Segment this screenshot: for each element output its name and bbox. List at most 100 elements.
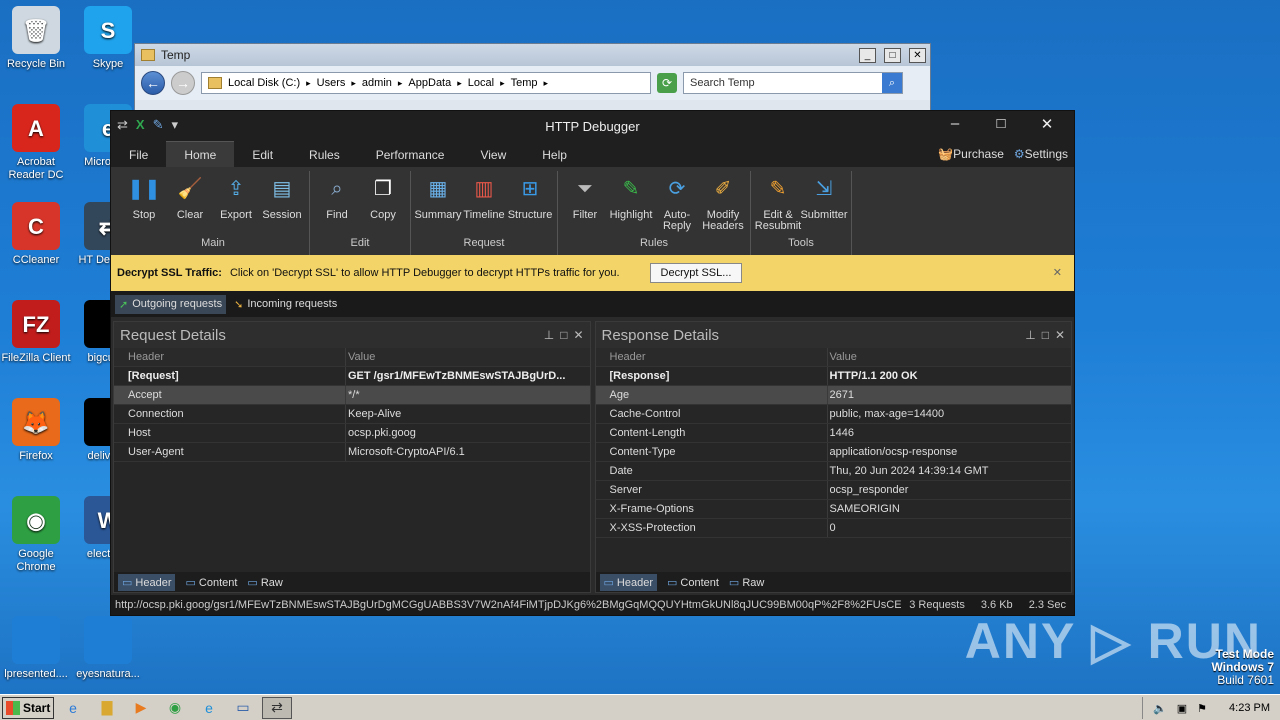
- close-button[interactable]: ✕: [909, 47, 926, 63]
- structure-button[interactable]: ⊞ Structure: [508, 171, 553, 237]
- back-arrow-icon[interactable]: ←: [141, 71, 165, 95]
- close-icon[interactable]: ✕: [1053, 266, 1062, 279]
- maximize-button[interactable]: □: [978, 115, 1024, 133]
- chevron-down-icon[interactable]: ▾: [171, 117, 178, 133]
- minimize-button[interactable]: –: [932, 115, 978, 133]
- float-icon[interactable]: □: [1042, 328, 1049, 342]
- table-row[interactable]: Cache-Control public, max-age=14400: [595, 405, 1071, 424]
- column-header[interactable]: Header: [596, 348, 828, 366]
- clear-button[interactable]: 🧹 Clear: [169, 171, 211, 237]
- view-tab-header[interactable]: ▭ Header: [599, 573, 657, 591]
- view-tab-raw[interactable]: ▭ Raw: [729, 576, 764, 589]
- minimize-button[interactable]: _: [859, 47, 876, 63]
- table-row[interactable]: [Request] GET /gsr1/MFEwTzBNMEswSTAJBgUrD…: [114, 367, 590, 386]
- search-input[interactable]: Search Temp ⌕: [683, 72, 903, 94]
- find-button[interactable]: ⌕ Find: [316, 171, 358, 237]
- desktop-icon[interactable]: lpresented....: [0, 616, 74, 681]
- chevron-right-icon[interactable]: ▸: [500, 78, 505, 89]
- table-row[interactable]: X-Frame-Options SAMEORIGIN: [595, 500, 1071, 519]
- http-debugger-window[interactable]: ⇄ X ✎ ▾ HTTP Debugger – □ ✕ File Home Edit…: [110, 110, 1075, 616]
- auto-reply-button[interactable]: ⟳ Auto-Reply: [656, 171, 698, 237]
- chevron-right-icon[interactable]: ▸: [398, 78, 403, 89]
- menu-help[interactable]: Help: [524, 148, 585, 167]
- desktop-icon[interactable]: 🦊 Firefox: [0, 398, 74, 463]
- tab-incoming-requests[interactable]: ➘ Incoming requests: [230, 295, 341, 314]
- stop-button[interactable]: ❚❚ Stop: [123, 171, 165, 237]
- column-header[interactable]: Header: [114, 348, 346, 366]
- desktop-icon[interactable]: A Acrobat Reader DC: [0, 104, 74, 182]
- chevron-right-icon[interactable]: ▸: [351, 78, 356, 89]
- clock[interactable]: 4:23 PM: [1229, 702, 1270, 714]
- chrome-taskbar-icon[interactable]: ◉: [160, 697, 190, 719]
- desktop-icon[interactable]: FZ FileZilla Client: [0, 300, 74, 365]
- highlight-button[interactable]: ✎ Highlight: [610, 171, 653, 237]
- table-row[interactable]: Accept */*: [114, 386, 590, 405]
- edge-taskbar-icon[interactable]: e: [194, 697, 224, 719]
- breadcrumb-item[interactable]: Local: [468, 77, 494, 89]
- copy-button[interactable]: ❐ Copy: [362, 171, 404, 237]
- desktop-icon[interactable]: eyesnatura...: [70, 616, 146, 681]
- address-bar[interactable]: Local Disk (C:) ▸ Users ▸ admin ▸ AppData ▸ Loca…: [201, 72, 651, 94]
- breadcrumb-item[interactable]: Local Disk (C:): [228, 77, 300, 89]
- close-icon[interactable]: ✕: [1055, 328, 1065, 342]
- chevron-right-icon[interactable]: ▸: [306, 78, 311, 89]
- desktop-icon[interactable]: ◉ Google Chrome: [0, 496, 74, 574]
- tab-outgoing-requests[interactable]: ➚ Outgoing requests: [115, 294, 227, 314]
- close-button[interactable]: ✕: [1024, 115, 1070, 133]
- swap-icon[interactable]: ⇄: [117, 117, 128, 133]
- table-row[interactable]: Content-Type application/ocsp-response: [595, 443, 1071, 462]
- flag-icon[interactable]: ⚑: [1197, 702, 1207, 715]
- export-button[interactable]: ⇪ Export: [215, 171, 257, 237]
- excel-icon[interactable]: X: [136, 117, 145, 133]
- speaker-icon[interactable]: 🔈: [1153, 702, 1167, 715]
- close-icon[interactable]: ✕: [573, 328, 583, 342]
- chevron-right-icon[interactable]: ▸: [544, 78, 549, 89]
- menu-file[interactable]: File: [111, 148, 166, 167]
- desktop-icon[interactable]: 🗑 Recycle Bin: [0, 6, 74, 71]
- menu-edit[interactable]: Edit: [234, 148, 291, 167]
- submitter-button[interactable]: ⇲ Submitter: [800, 171, 847, 237]
- desktop-icon[interactable]: C CCleaner: [0, 202, 74, 267]
- menu-home[interactable]: Home: [166, 141, 235, 167]
- menu-rules[interactable]: Rules: [291, 148, 358, 167]
- pin-icon[interactable]: ⊥: [544, 328, 554, 342]
- table-row[interactable]: Date Thu, 20 Jun 2024 14:39:14 GMT: [595, 462, 1071, 481]
- filter-button[interactable]: ⏷ Filter: [564, 171, 606, 237]
- start-button[interactable]: Start: [2, 696, 54, 719]
- breadcrumb-item[interactable]: Users: [317, 77, 346, 89]
- maximize-button[interactable]: □: [884, 47, 901, 63]
- float-icon[interactable]: □: [560, 328, 567, 342]
- view-tab-raw[interactable]: ▭ Raw: [247, 576, 282, 589]
- breadcrumb-item[interactable]: AppData: [408, 77, 451, 89]
- http-debugger-taskbar-icon[interactable]: ⇄: [262, 696, 292, 719]
- summary-button[interactable]: ▦ Summary: [414, 171, 461, 237]
- table-row[interactable]: Connection Keep-Alive: [114, 405, 590, 424]
- breadcrumb-item[interactable]: admin: [362, 77, 392, 89]
- refresh-icon[interactable]: ⟳: [657, 73, 677, 93]
- ie-taskbar-icon[interactable]: e: [58, 697, 88, 719]
- view-tab-header[interactable]: ▭ Header: [118, 573, 176, 591]
- settings-button[interactable]: ⚙Settings: [1014, 147, 1068, 161]
- pin-icon[interactable]: ⊥: [1025, 328, 1035, 342]
- column-header[interactable]: Value: [346, 351, 590, 363]
- explorer-taskbar-icon[interactable]: ▇: [92, 697, 122, 719]
- modify-headers-button[interactable]: ✐ Modify Headers: [702, 171, 744, 237]
- chevron-right-icon[interactable]: ▸: [457, 78, 462, 89]
- table-row[interactable]: User-Agent Microsoft-CryptoAPI/6.1: [114, 443, 590, 462]
- brush-icon[interactable]: ✎: [153, 117, 164, 133]
- view-tab-content[interactable]: ▭ Content: [667, 576, 719, 589]
- network-taskbar-icon[interactable]: ▭: [228, 697, 258, 719]
- view-tab-content[interactable]: ▭ Content: [185, 576, 237, 589]
- breadcrumb-item[interactable]: Temp: [511, 77, 538, 89]
- menu-performance[interactable]: Performance: [358, 148, 463, 167]
- table-row[interactable]: [Response] HTTP/1.1 200 OK: [595, 367, 1071, 386]
- purchase-button[interactable]: 🧺Purchase: [938, 147, 1004, 161]
- column-header[interactable]: Value: [828, 351, 1072, 363]
- search-icon[interactable]: ⌕: [882, 73, 902, 93]
- table-row[interactable]: Host ocsp.pki.goog: [114, 424, 590, 443]
- edit-resubmit-button[interactable]: ✎ Edit & Resubmit: [755, 171, 801, 237]
- network-icon[interactable]: ▣: [1177, 702, 1187, 715]
- debugger-titlebar[interactable]: ⇄ X ✎ ▾ HTTP Debugger – □ ✕: [111, 111, 1074, 141]
- table-row[interactable]: Content-Length 1446: [595, 424, 1071, 443]
- explorer-titlebar[interactable]: Temp _ □ ✕: [135, 44, 930, 66]
